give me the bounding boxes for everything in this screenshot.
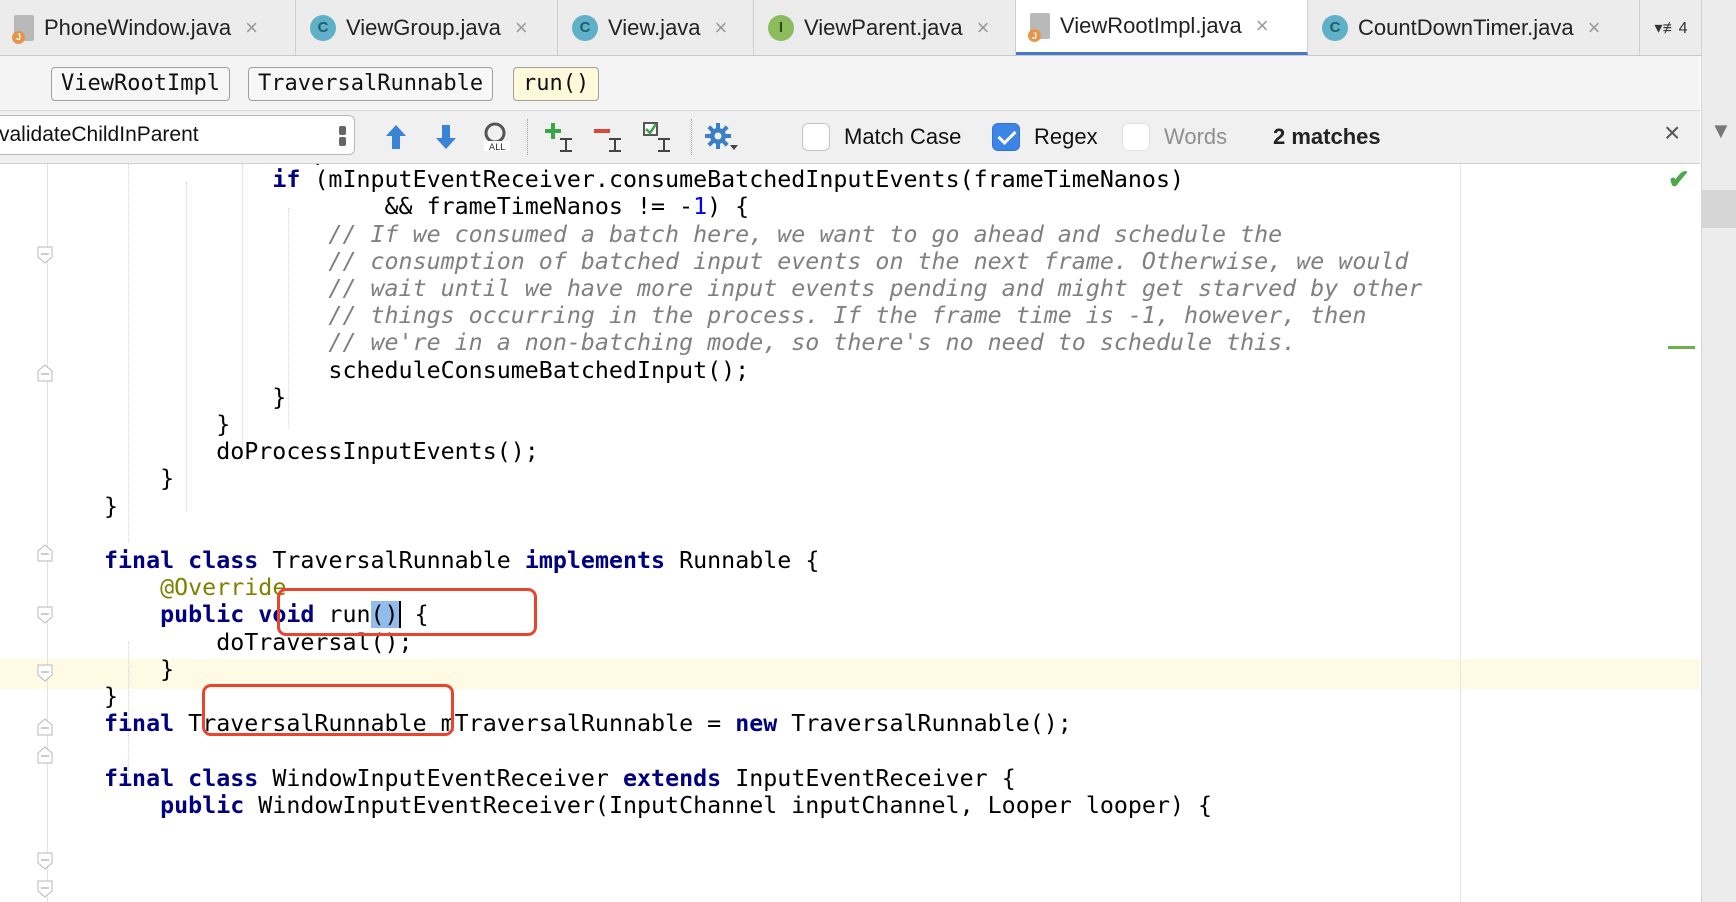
java-file-icon: [12, 14, 34, 44]
chevron-down-icon[interactable]: ▼: [1710, 118, 1732, 144]
code-line[interactable]: doProcessInputEvents();: [104, 437, 539, 467]
breadcrumb-item-method[interactable]: run(): [513, 67, 600, 101]
code-line[interactable]: }: [104, 655, 174, 685]
change-marker: [1668, 346, 1695, 349]
tab-label: CountDownTimer.java: [1358, 14, 1574, 40]
close-icon[interactable]: ×: [715, 15, 728, 41]
find-all-icon[interactable]: ALL: [479, 119, 515, 155]
match-case-label[interactable]: Match Case: [844, 122, 961, 152]
regex-checkbox[interactable]: [992, 123, 1020, 151]
words-checkbox[interactable]: [1122, 123, 1150, 151]
code-line[interactable]: final class WindowInputEventReceiver ext…: [104, 764, 1016, 794]
history-icon[interactable]: [339, 126, 346, 146]
breadcrumb: ViewRootImpl TraversalRunnable run(): [0, 56, 1700, 111]
fold-marker-icon[interactable]: [37, 852, 53, 870]
close-icon[interactable]: ×: [977, 15, 990, 41]
tab-label: ViewRootImpl.java: [1060, 13, 1242, 38]
code-line[interactable]: // things occurring in the process. If t…: [104, 301, 1366, 331]
search-query: validateChildInParent: [0, 123, 199, 146]
highlight-box-method-call: [202, 684, 454, 736]
code-line[interactable]: }: [104, 410, 230, 440]
code-line[interactable]: // we're in a non-batching mode, so ther…: [104, 328, 1296, 358]
close-icon[interactable]: ×: [515, 15, 528, 41]
tab-label: ViewParent.java: [804, 14, 963, 40]
breadcrumb-item-class[interactable]: ViewRootImpl: [51, 67, 230, 101]
close-icon[interactable]: ×: [1588, 15, 1601, 41]
fold-marker-icon[interactable]: [37, 364, 53, 382]
breadcrumb-item-inner-class[interactable]: TraversalRunnable: [248, 67, 494, 101]
close-icon[interactable]: ×: [1664, 117, 1680, 149]
class-icon: C: [1322, 14, 1348, 41]
code-line[interactable]: }: [104, 682, 118, 712]
arrow-up-icon[interactable]: [378, 119, 414, 155]
code-line[interactable]: // If we consumed a batch here, we want …: [104, 220, 1282, 250]
class-icon: C: [572, 14, 598, 41]
search-input[interactable]: validateChildInParent: [0, 115, 355, 155]
fold-marker-icon[interactable]: [37, 246, 53, 264]
code-line[interactable]: // consumption of batched input events o…: [104, 247, 1408, 277]
fold-marker-icon[interactable]: [37, 606, 53, 624]
add-occurrence-icon[interactable]: [543, 119, 579, 155]
tab-viewgroup[interactable]: C ViewGroup.java ×: [296, 0, 558, 55]
close-icon[interactable]: ×: [245, 15, 258, 41]
code-line[interactable]: public WindowInputEventReceiver(InputCha…: [104, 791, 1212, 821]
words-label[interactable]: Words: [1164, 122, 1227, 152]
java-file-icon: [1028, 13, 1050, 42]
code-line[interactable]: scheduleConsumeBatchedInput();: [104, 356, 749, 386]
class-icon: C: [310, 14, 336, 41]
toolbar-separator: [527, 119, 529, 155]
code-line[interactable]: && frameTimeNanos != -1) {: [104, 192, 750, 222]
tab-view[interactable]: C View.java ×: [558, 0, 754, 55]
editor-tab-bar: PhoneWindow.java × C ViewGroup.java × C …: [0, 0, 1736, 56]
tab-countdowntimer[interactable]: C CountDownTimer.java ×: [1308, 0, 1640, 55]
fold-marker-icon[interactable]: [37, 664, 53, 682]
tab-viewrootimpl[interactable]: ViewRootImpl.java ×: [1016, 0, 1308, 55]
tab-phonewindow[interactable]: PhoneWindow.java ×: [0, 0, 296, 55]
gear-icon[interactable]: [703, 119, 739, 155]
code-line[interactable]: }: [104, 492, 118, 522]
scrollbar-thumb[interactable]: [1702, 190, 1736, 228]
close-icon[interactable]: ×: [1256, 13, 1269, 39]
tab-label: PhoneWindow.java: [44, 14, 232, 40]
svg-text:ALL: ALL: [489, 143, 505, 153]
find-toolbar: validateChildInParent ALL Match Case Reg…: [0, 111, 1700, 164]
right-margin-guide: [1460, 164, 1461, 902]
tab-label: View.java: [608, 14, 701, 40]
check-icon: ✔: [1668, 164, 1690, 194]
hidden-tabs-button[interactable]: ▾≢4: [1640, 0, 1702, 55]
regex-label[interactable]: Regex: [1034, 122, 1098, 152]
code-line[interactable]: }: [104, 383, 286, 413]
select-all-occurrences-icon[interactable]: [641, 119, 677, 155]
tab-viewparent[interactable]: I ViewParent.java ×: [754, 0, 1016, 55]
interface-icon: I: [768, 14, 794, 41]
highlight-box-class-name: [277, 588, 537, 636]
fold-marker-icon[interactable]: [37, 544, 53, 562]
right-sidebar: ▼: [1701, 0, 1736, 902]
code-line[interactable]: final class TraversalRunnable implements…: [104, 546, 819, 576]
match-case-checkbox[interactable]: [802, 123, 830, 151]
fold-marker-icon[interactable]: [37, 718, 53, 736]
remove-occurrence-icon[interactable]: [592, 119, 628, 155]
match-count: 2 matches: [1273, 124, 1381, 149]
tab-label: ViewGroup.java: [346, 14, 501, 40]
code-line[interactable]: @Override: [104, 573, 286, 603]
code-line[interactable]: // wait until we have more input events …: [104, 274, 1422, 304]
arrow-down-icon[interactable]: [428, 119, 464, 155]
fold-marker-icon[interactable]: [37, 746, 53, 764]
code-line[interactable]: }: [104, 464, 174, 494]
code-line[interactable]: if (mInputEventReceiver.consumeBatchedIn…: [104, 165, 1184, 195]
code-editor[interactable]: if (mInputEventReceiver != null) { if (m…: [0, 164, 1700, 902]
fold-marker-icon[interactable]: [37, 880, 53, 898]
toolbar-separator: [691, 119, 693, 155]
gutter-divider: [47, 164, 48, 902]
